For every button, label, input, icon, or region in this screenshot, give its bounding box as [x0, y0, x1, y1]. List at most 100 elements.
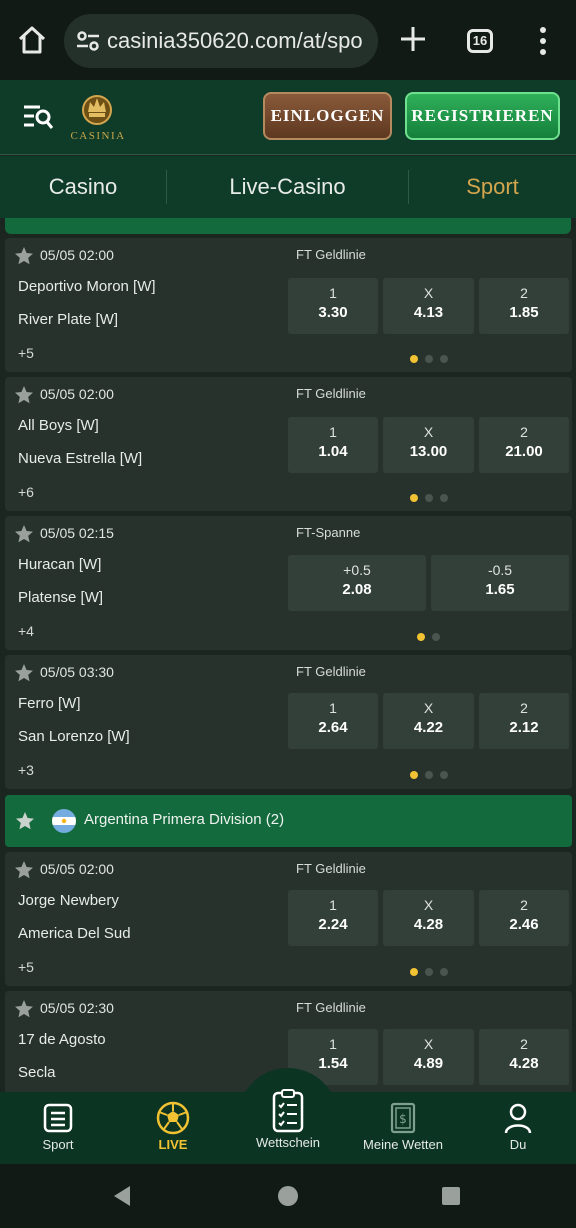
back-icon[interactable] — [110, 1184, 134, 1208]
menu-search-icon[interactable] — [22, 102, 54, 132]
star-icon[interactable] — [14, 663, 34, 683]
odd-button-1[interactable]: 1 1.04 — [288, 417, 378, 473]
system-nav-bar — [0, 1164, 576, 1228]
svg-text:$: $ — [399, 1112, 407, 1126]
odd-button-2[interactable]: 2 1.85 — [479, 278, 569, 334]
odd-value: 4.22 — [413, 719, 444, 736]
match-card[interactable]: 05/05 02:00 FT Geldlinie Jorge Newbery A… — [5, 852, 572, 986]
url-text[interactable]: casinia350620.com/at/spo — [107, 28, 373, 54]
tab-sport[interactable]: Sport — [409, 156, 576, 218]
odd-value: 4.28 — [413, 916, 444, 933]
match-card[interactable]: 05/05 02:00 FT Geldlinie All Boys [W] Nu… — [5, 377, 572, 511]
star-icon[interactable] — [14, 860, 34, 880]
odd-button-2[interactable]: 2 2.46 — [479, 890, 569, 946]
odd-button-1[interactable]: 1 3.30 — [288, 278, 378, 334]
odd-label: 1 — [329, 1036, 337, 1052]
odd-label: 2 — [520, 424, 528, 440]
odd-value: 2.12 — [509, 719, 539, 736]
odd-button-x[interactable]: X 4.89 — [383, 1029, 474, 1085]
odd-label: 1 — [329, 424, 337, 440]
odd-button-plus[interactable]: +0.5 2.08 — [288, 555, 426, 611]
bottom-nav-my-bets[interactable]: $ Meine Wetten — [353, 1100, 453, 1152]
away-team: Nueva Estrella [W] — [18, 450, 143, 467]
odd-button-x[interactable]: X 4.13 — [383, 278, 474, 334]
away-team: River Plate [W] — [18, 311, 119, 328]
home-icon[interactable] — [16, 24, 48, 56]
match-datetime: 05/05 02:00 — [40, 861, 114, 877]
home-team: Ferro [W] — [18, 695, 81, 712]
bottom-nav-label: Du — [509, 1137, 527, 1152]
tab-live-casino[interactable]: Live-Casino — [167, 156, 408, 218]
match-card[interactable]: 05/05 02:15 FT-Spanne Huracan [W] Platen… — [5, 516, 572, 650]
casinia-logo[interactable]: CASINIA — [70, 90, 126, 148]
tab-switcher-button[interactable]: 16 — [467, 29, 493, 53]
more-markets[interactable]: +6 — [18, 484, 34, 500]
league-header[interactable]: Argentina Primera Division (2) — [5, 795, 572, 847]
star-icon[interactable] — [14, 999, 34, 1019]
crown-crest-icon — [82, 95, 112, 125]
market-pager-dots — [410, 963, 455, 976]
odd-button-2[interactable]: 2 21.00 — [479, 417, 569, 473]
star-icon[interactable] — [14, 385, 34, 405]
odd-button-x[interactable]: X 4.28 — [383, 890, 474, 946]
list-doc-icon — [43, 1103, 73, 1133]
market-name: FT Geldlinie — [296, 247, 366, 262]
star-icon[interactable] — [14, 246, 34, 266]
more-markets[interactable]: +3 — [18, 762, 34, 778]
market-pager-dots — [417, 628, 447, 641]
odd-button-2[interactable]: 2 2.12 — [479, 693, 569, 749]
star-icon[interactable] — [14, 524, 34, 544]
register-button[interactable]: REGISTRIEREN — [405, 92, 560, 140]
away-team: America Del Sud — [18, 925, 131, 942]
odd-value: 1.65 — [485, 581, 515, 598]
address-bar[interactable]: casinia350620.com/at/spo — [64, 14, 378, 68]
odd-label: 2 — [520, 285, 528, 301]
odd-button-minus[interactable]: -0.5 1.65 — [431, 555, 569, 611]
more-markets[interactable]: +4 — [18, 623, 34, 639]
odd-button-x[interactable]: X 4.22 — [383, 693, 474, 749]
odd-button-2[interactable]: 2 4.28 — [479, 1029, 569, 1085]
clipboard-checklist-icon — [272, 1089, 304, 1133]
market-name: FT Geldlinie — [296, 386, 366, 401]
odd-label: X — [423, 285, 434, 301]
home-circle-icon[interactable] — [277, 1185, 299, 1207]
more-menu-icon[interactable] — [536, 26, 550, 56]
odd-label: X — [423, 1036, 434, 1052]
bottom-nav-sport[interactable]: Sport — [8, 1100, 108, 1152]
recents-icon[interactable] — [441, 1186, 461, 1206]
odd-label: 2 — [520, 700, 528, 716]
login-button[interactable]: EINLOGGEN — [263, 92, 392, 140]
odd-value: 2.64 — [318, 719, 348, 736]
bottom-nav-label: Meine Wetten — [363, 1137, 443, 1152]
new-tab-icon[interactable] — [398, 24, 428, 54]
more-markets[interactable]: +5 — [18, 959, 34, 975]
odd-value: 4.89 — [413, 1055, 444, 1072]
match-card[interactable]: 05/05 03:30 FT Geldlinie Ferro [W] San L… — [5, 655, 572, 789]
match-datetime: 05/05 02:00 — [40, 386, 114, 402]
match-datetime: 05/05 02:15 — [40, 525, 114, 541]
bottom-nav-betslip[interactable]: Wettschein — [238, 1088, 338, 1150]
bottom-nav-live[interactable]: LIVE — [123, 1100, 223, 1152]
more-markets[interactable]: +5 — [18, 345, 34, 361]
odd-button-1[interactable]: 1 2.24 — [288, 890, 378, 946]
market-pager-dots — [410, 489, 455, 502]
odd-button-x[interactable]: X 13.00 — [383, 417, 474, 473]
home-team: All Boys [W] — [18, 417, 99, 434]
odd-value: 13.00 — [409, 443, 448, 460]
site-settings-icon[interactable] — [76, 30, 100, 52]
odd-label: 1 — [329, 700, 337, 716]
star-icon[interactable] — [15, 811, 35, 831]
market-name: FT Geldlinie — [296, 664, 366, 679]
odd-label: 1 — [329, 285, 337, 301]
match-datetime: 05/05 03:30 — [40, 664, 114, 680]
match-card[interactable]: 05/05 02:00 FT Geldlinie Deportivo Moron… — [5, 238, 572, 372]
bottom-nav-profile[interactable]: Du — [468, 1100, 568, 1152]
bottom-nav-label: LIVE — [158, 1137, 188, 1152]
odd-button-1[interactable]: 1 2.64 — [288, 693, 378, 749]
odd-value: 4.28 — [509, 1055, 539, 1072]
market-pager-dots — [410, 350, 455, 363]
market-name: FT Geldlinie — [296, 1000, 366, 1015]
home-team: 17 de Agosto — [18, 1031, 106, 1048]
tab-casino[interactable]: Casino — [0, 156, 166, 218]
logo-text: CASINIA — [70, 130, 126, 142]
